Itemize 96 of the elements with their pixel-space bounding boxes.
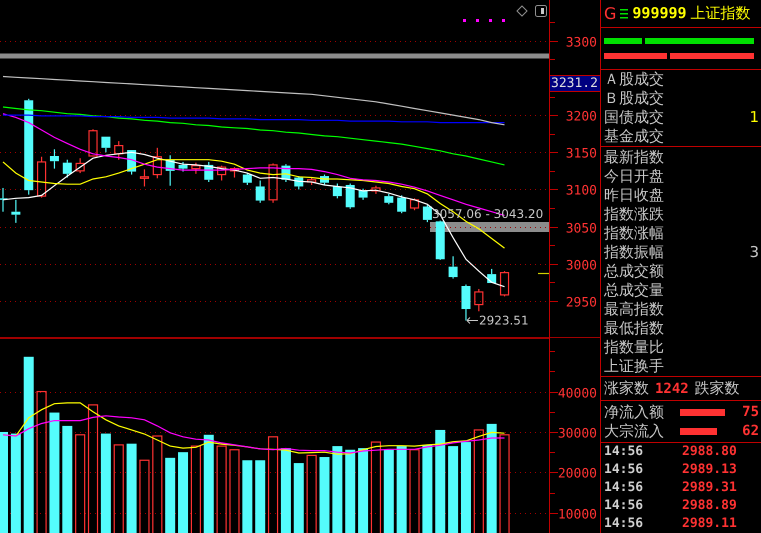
candlestick (36, 156, 46, 198)
market-flag-label: G (604, 4, 616, 23)
advancers-count: 1242 (655, 380, 689, 397)
field-label: 上证换手 (604, 356, 664, 376)
tick-time: 14:56 (604, 462, 644, 478)
axis-label: 3200 (566, 110, 597, 124)
tick-price: 2989.31 (682, 480, 737, 496)
axis-label: 20000 (558, 466, 597, 482)
diamond-icon[interactable] (516, 5, 528, 17)
tick-price: 2988.80 (682, 444, 737, 460)
candlestick (88, 129, 98, 157)
field-label: 昨日收盘 (604, 186, 664, 205)
candlestick (422, 205, 432, 222)
field-label: 大宗流入 (604, 422, 664, 441)
field-label: 涨家数 (604, 379, 649, 398)
candlestick (166, 155, 175, 186)
candlestick (320, 174, 329, 185)
candlestick (217, 166, 226, 181)
candlestick (76, 158, 85, 174)
axis-label: 3300 (566, 36, 597, 50)
axis-label: 3150 (566, 146, 597, 162)
candlestick (152, 148, 162, 178)
candlestick (410, 198, 420, 210)
tick-time: 14:56 (604, 498, 644, 514)
candlestick (281, 164, 290, 182)
candlestick (358, 188, 368, 200)
candlestick (11, 200, 20, 223)
axis-label: 30000 (558, 426, 597, 442)
candlestick (114, 141, 124, 160)
candlestick (397, 195, 406, 214)
field-label: 净流入额 (604, 402, 664, 422)
candlestick (487, 268, 496, 284)
tick-time: 14:56 (604, 444, 644, 460)
field-label: 今日开盘 (604, 166, 664, 186)
candlestick (371, 186, 381, 194)
axis-label: 3050 (566, 222, 597, 236)
field-label: 最新指数 (604, 148, 664, 167)
tick-price: 2988.89 (682, 498, 737, 514)
indicator-dots-icon (463, 19, 505, 22)
candlestick (242, 173, 252, 185)
field-label: 跌家数 (694, 379, 740, 398)
low-price-label: 2923.51 (478, 314, 529, 328)
tick-time: 14:56 (604, 480, 644, 496)
candlestick (268, 163, 278, 203)
panel-toggle-icon[interactable] (535, 5, 547, 17)
tick-price: 2989.11 (682, 516, 737, 532)
candlestick (50, 149, 59, 169)
stock-name: 上证指数 (690, 4, 751, 23)
axis-label: 10000 (558, 508, 597, 522)
candlestick (230, 167, 240, 178)
field-value: 3 (749, 243, 759, 262)
stock-code: 999999 (632, 4, 687, 22)
candlestick (294, 176, 304, 190)
candlestick (346, 183, 355, 209)
candlestick (332, 183, 342, 198)
field-value: 1 (749, 108, 759, 126)
axis-label: 40000 (558, 386, 597, 402)
candlestick (500, 271, 510, 296)
last-price-marker (538, 272, 549, 274)
low-arrow-icon (466, 317, 478, 324)
field-label: 基金成交 (604, 126, 664, 146)
candlestick (307, 178, 316, 185)
field-label: 总成交额 (604, 262, 664, 281)
flow-value: 62 (742, 423, 760, 440)
candlestick (384, 194, 394, 204)
field-label: 最低指数 (604, 318, 664, 338)
candlestick (204, 162, 214, 182)
tick-price: 2989.13 (682, 462, 737, 478)
flow-value: 75 (742, 404, 760, 420)
volume-bar (294, 463, 304, 533)
candlestick (436, 220, 445, 260)
axis-label: 3000 (566, 258, 597, 274)
axis-label: 2950 (566, 296, 597, 310)
field-label: Ａ股成交 (604, 70, 664, 89)
candlestick (448, 256, 458, 279)
candlestick (0, 188, 8, 212)
field-label: 指数量比 (604, 338, 664, 357)
field-label: 国债成交 (604, 108, 664, 127)
candlestick (256, 180, 265, 203)
candlestick (191, 162, 200, 174)
field-label: 最高指数 (604, 300, 664, 319)
field-label: Ｂ股成交 (604, 88, 664, 108)
candlestick (140, 169, 150, 186)
field-label: 指数涨幅 (604, 224, 664, 243)
field-label: 指数涨跌 (604, 204, 664, 224)
candlestick (178, 162, 188, 172)
current-price-tag: 3231.2 (550, 75, 600, 92)
candlestick (474, 288, 484, 312)
field-label: 总成交量 (604, 280, 664, 300)
tick-time: 14:56 (604, 516, 644, 532)
field-label: 指数振幅 (604, 242, 664, 262)
axis-label: 3100 (566, 184, 597, 198)
candlestick (461, 284, 470, 321)
menu-icon[interactable] (620, 8, 628, 19)
candlestick (101, 136, 110, 152)
candlestick (62, 160, 72, 178)
